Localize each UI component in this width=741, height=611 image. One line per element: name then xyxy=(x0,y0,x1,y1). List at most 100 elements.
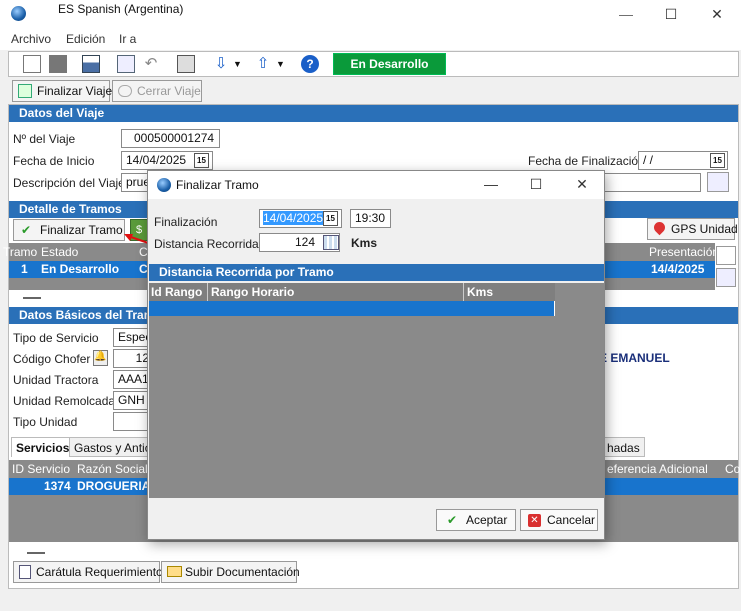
menu-bar: Archivo Edición Ir a xyxy=(0,28,741,50)
check-icon: ✔ xyxy=(447,513,458,527)
finalizar-tramo-button[interactable]: ✔ Finalizar Tramo xyxy=(13,219,125,241)
save-icon[interactable] xyxy=(49,55,67,73)
arrow-up-icon[interactable]: ⇧ xyxy=(254,55,272,73)
tipo-servicio-label: Tipo de Servicio xyxy=(13,331,99,345)
distancia-tramo-header: Distancia Recorrida por Tramo xyxy=(149,264,604,281)
col-rango-horario[interactable]: Rango Horario xyxy=(207,283,294,301)
unidad-remolcada-label: Unidad Remolcada xyxy=(13,394,116,408)
distancia-label: Distancia Recorrida xyxy=(154,237,259,251)
tab-servicios[interactable]: Servicios xyxy=(11,437,75,457)
col-id-rango[interactable]: Id Rango xyxy=(151,283,202,301)
dialog-title-bar: Finalizar Tramo — ☐ ✕ xyxy=(148,171,604,199)
gps-unidad-button[interactable]: GPS Unidad xyxy=(647,218,738,240)
subir-documentacion-label: Subir Documentación xyxy=(185,565,300,579)
rangos-grid-right xyxy=(555,283,604,316)
nro-viaje-field[interactable]: 000500001274 xyxy=(121,129,220,148)
codigo-chofer-label: Código Chofer xyxy=(13,352,91,366)
add-tramo-icon[interactable] xyxy=(716,246,736,265)
app-logo-icon xyxy=(157,178,171,192)
col-razon-social[interactable]: Razón Social xyxy=(77,460,148,478)
menu-edicion[interactable]: Edición xyxy=(66,32,105,46)
finalizar-viaje-label: Finalizar Viaje xyxy=(37,84,113,98)
aceptar-label: Aceptar xyxy=(466,513,508,527)
rangos-grid-header: Id Rango Rango Horario Kms Recorridos xyxy=(149,283,555,319)
minimize-button[interactable]: — xyxy=(611,4,641,24)
cancel-x-icon: ✕ xyxy=(528,514,541,527)
aceptar-button[interactable]: ✔ Aceptar xyxy=(436,509,516,531)
unidad-tractora-label: Unidad Tractora xyxy=(13,373,99,387)
menu-ir-a[interactable]: Ir a xyxy=(119,32,136,46)
col-referencia[interactable]: eferencia Adicional xyxy=(607,460,708,478)
document-list-icon xyxy=(19,565,31,579)
fecha-fin-label: Fecha de Finalización xyxy=(528,154,645,168)
finalizacion-time-field[interactable]: 19:30 xyxy=(350,209,391,228)
cell-tramo: 1 xyxy=(21,262,28,276)
folder-icon xyxy=(167,566,182,577)
delete-icon[interactable] xyxy=(177,55,195,73)
undo-icon[interactable]: ↶ xyxy=(142,55,160,73)
finalizar-tramo-label: Finalizar Tramo xyxy=(40,223,123,237)
help-icon[interactable]: ? xyxy=(301,55,319,73)
close-button[interactable]: ✕ xyxy=(702,4,732,24)
kms-unit: Kms xyxy=(351,236,378,250)
finalizacion-date-value: 14/04/2025 xyxy=(263,211,324,225)
print-icon[interactable] xyxy=(82,55,100,73)
arrow-down-icon[interactable]: ⇩ xyxy=(212,55,230,73)
chofer-name: E EMANUEL xyxy=(599,351,670,365)
caratula-button[interactable]: Carátula Requerimientos xyxy=(13,561,169,583)
title-bar: ES Spanish (Argentina) — ☐ ✕ xyxy=(0,0,741,28)
dialog-close-button[interactable]: ✕ xyxy=(567,174,597,194)
col-id-servicio[interactable]: ID Servicio xyxy=(12,460,70,478)
cell-razon-social: DROGUERIA xyxy=(77,479,151,493)
check-icon: ✔ xyxy=(21,223,32,237)
subir-documentacion-button[interactable]: Subir Documentación xyxy=(161,561,300,583)
cerrar-viaje-label: Cerrar Viaje xyxy=(137,84,201,98)
new-document-icon[interactable] xyxy=(23,55,41,73)
bell-icon[interactable]: 🔔 xyxy=(93,350,108,366)
calendar-icon[interactable]: 15 xyxy=(323,211,338,226)
finalizacion-label: Finalización xyxy=(154,215,218,229)
app-logo-icon xyxy=(11,6,26,21)
splitter-handle[interactable] xyxy=(23,297,41,299)
finalizar-viaje-button[interactable]: Finalizar Viaje xyxy=(12,80,113,102)
finish-icon xyxy=(18,84,32,98)
dropdown-caret-icon[interactable]: ▼ xyxy=(233,55,245,73)
cancelar-button[interactable]: ✕ Cancelar xyxy=(520,509,598,531)
splitter-handle[interactable] xyxy=(27,552,45,554)
gps-unidad-label: GPS Unidad xyxy=(671,222,738,236)
map-pin-icon xyxy=(651,219,668,236)
tab-hadas[interactable]: hadas xyxy=(603,437,645,457)
finalizar-tramo-dialog: Finalizar Tramo — ☐ ✕ Finalización 14/04… xyxy=(147,170,605,540)
tipo-unidad-label: Tipo Unidad xyxy=(13,415,78,429)
main-window: ES Spanish (Argentina) — ☐ ✕ Archivo Edi… xyxy=(0,0,741,611)
col-estado[interactable]: Estado xyxy=(41,243,78,261)
cancelar-label: Cancelar xyxy=(547,513,596,527)
calendar-icon[interactable]: 15 xyxy=(194,153,209,168)
calculator-icon[interactable] xyxy=(323,235,339,250)
edit-icon[interactable] xyxy=(117,55,135,73)
window-title: ES Spanish (Argentina) xyxy=(58,2,184,16)
maximize-button[interactable]: ☐ xyxy=(656,4,686,24)
edit-tramo-icon[interactable] xyxy=(716,268,736,287)
dialog-maximize-button[interactable]: ☐ xyxy=(521,174,551,194)
datos-viaje-header: Datos del Viaje xyxy=(9,105,738,122)
dropdown-caret-icon[interactable]: ▼ xyxy=(276,55,288,73)
edit-description-icon[interactable] xyxy=(707,172,729,192)
cell-presentacion: 14/4/2025 xyxy=(651,262,705,276)
calendar-icon[interactable]: 15 xyxy=(710,153,725,168)
col-presentacion[interactable]: Presentación xyxy=(649,243,719,261)
dialog-minimize-button[interactable]: — xyxy=(476,174,506,194)
col-tramo[interactable]: Tramo xyxy=(3,243,37,261)
caratula-label: Carátula Requerimientos xyxy=(36,565,169,579)
cerrar-viaje-button[interactable]: Cerrar Viaje xyxy=(112,80,202,102)
cell-id-servicio: 1374 xyxy=(44,479,71,493)
cell-estado: En Desarrollo xyxy=(41,262,120,276)
descripcion-label: Descripción del Viaje xyxy=(13,176,125,190)
rangos-grid-body xyxy=(149,316,604,498)
menu-archivo[interactable]: Archivo xyxy=(11,32,51,46)
dialog-title: Finalizar Tramo xyxy=(176,178,259,192)
col-contrar[interactable]: Contrar xyxy=(725,460,741,478)
table-row[interactable] xyxy=(149,301,555,316)
fecha-inicio-label: Fecha de Inicio xyxy=(13,154,95,168)
nro-viaje-label: Nº del Viaje xyxy=(13,132,76,146)
